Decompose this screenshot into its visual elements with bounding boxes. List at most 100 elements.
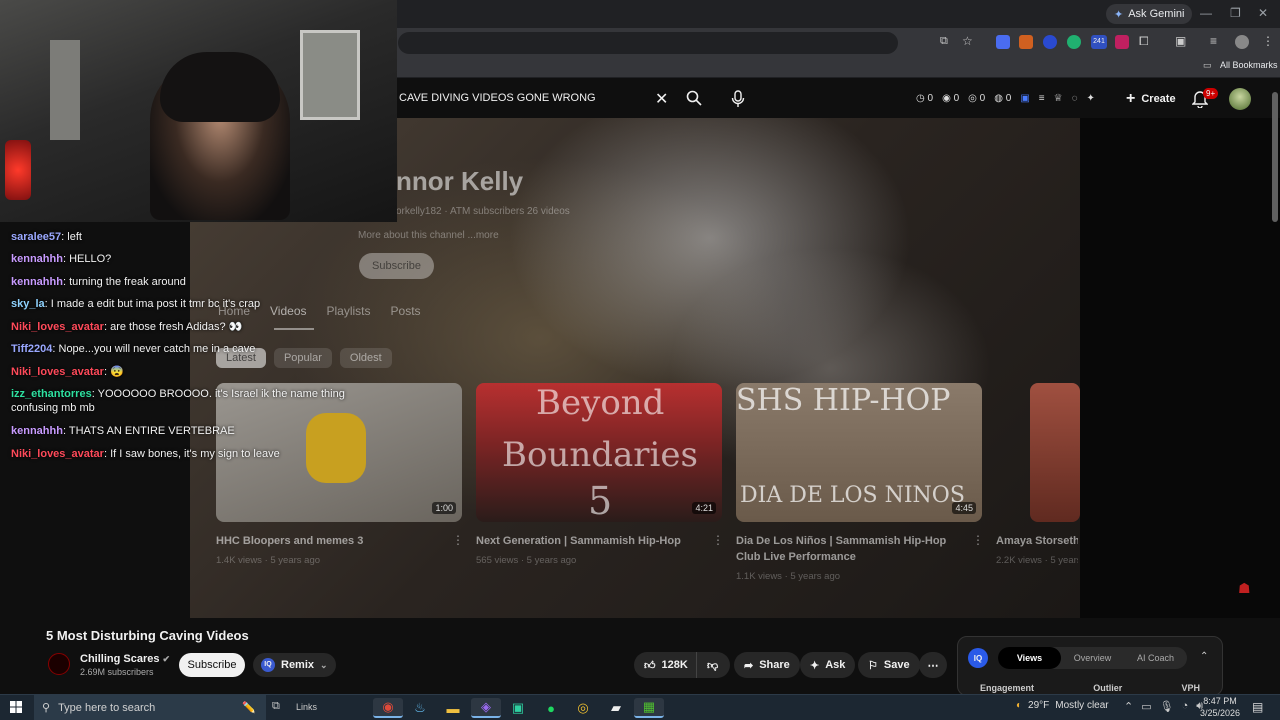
clear-search-icon[interactable]: ✕ (655, 89, 668, 109)
wifi-icon[interactable]: ◔ (1182, 700, 1189, 713)
chat-icon[interactable]: ◌ (1072, 93, 1078, 104)
thumbs-down-icon: 👎︎ (707, 659, 719, 672)
vidiq-tab-overview[interactable]: Overview (1061, 653, 1124, 663)
extension-icon[interactable] (1115, 35, 1129, 49)
webcam-overlay (0, 0, 397, 222)
minimize-icon[interactable]: — (1200, 6, 1212, 20)
all-bookmarks-link[interactable]: All Bookmarks (1220, 60, 1278, 70)
bookmark-icon: ⚐ (868, 659, 878, 672)
filter-icon[interactable]: ≡ (1039, 93, 1045, 104)
share-button[interactable]: ➦ Share (734, 652, 800, 678)
stat-item: ◷ 0 (916, 93, 934, 104)
thumbnail-text: DIA DE LOS NINOS (740, 483, 965, 508)
chat-message: saralee57: left (11, 231, 82, 243)
task-view-icon[interactable]: ⧉ (272, 700, 280, 713)
app-icon[interactable]: ▣ (503, 698, 533, 718)
network-icon[interactable]: ▭ (1141, 700, 1151, 713)
channel-avatar[interactable] (48, 653, 70, 675)
chat-message: kennahhh: HELLO? (11, 253, 112, 265)
subscribe-button[interactable]: Subscribe (179, 653, 245, 677)
more-actions-button[interactable]: ⋯ (919, 652, 947, 678)
overlay-video-title: Next Generation | Sammamish Hip-Hop (476, 535, 681, 547)
microphone-icon[interactable] (731, 90, 745, 108)
bookmark-star-icon[interactable]: ☆ (962, 34, 973, 48)
search-input[interactable]: CAVE DIVING VIDEOS GONE WRONG (399, 92, 596, 104)
extension-icon[interactable] (1067, 35, 1081, 49)
taskbar-search-box[interactable]: ⚲ Type here to search ✏️ (34, 695, 266, 720)
like-button[interactable]: 👍︎ 128K (634, 652, 696, 678)
microphone-icon[interactable]: 🎙︎ (1160, 700, 1174, 713)
save-label: Save (883, 659, 910, 671)
chat-message: Tiff2204: Nope...you will never catch me… (11, 343, 256, 355)
channel-name[interactable]: Chilling Scares ✔ (80, 653, 170, 665)
extension-badge-icon[interactable]: 241 (1091, 35, 1107, 49)
more-options-icon: ⋮ (452, 533, 464, 547)
steam-icon[interactable]: ♨ (405, 698, 435, 718)
stat-item: ◉ 0 (942, 93, 960, 104)
notification-center-icon[interactable]: ▤ (1252, 700, 1263, 714)
chrome-icon[interactable]: ◉ (373, 698, 403, 718)
profile-avatar[interactable] (1235, 35, 1249, 49)
puzzle-icon[interactable]: ⧠ (1139, 34, 1149, 49)
trophy-icon[interactable]: ♕ (1054, 93, 1063, 104)
sidepanel-icon[interactable]: ▣ (1175, 34, 1186, 48)
menu-icon[interactable]: ⋮ (1262, 34, 1274, 48)
file-explorer-icon[interactable]: ▬ (438, 698, 468, 718)
search-icon[interactable] (686, 90, 702, 106)
dislike-button[interactable]: 👎︎ (696, 652, 730, 678)
windows-start-icon[interactable] (10, 701, 22, 713)
chat-message: sky_la: I made a edit but ima post it tm… (11, 298, 261, 310)
overlay-channel-name: nnor Kelly (396, 166, 524, 196)
vidiq-tab-ai-coach[interactable]: AI Coach (1124, 653, 1187, 663)
thumbnail-text: SHS HIP-HOP (736, 383, 951, 418)
page-scrollbar[interactable] (1272, 92, 1278, 222)
save-button[interactable]: ⚐ Save (858, 652, 920, 678)
chevron-up-icon[interactable]: ⌃ (1124, 700, 1133, 713)
vidiq-logo: IQ (968, 648, 988, 668)
weather-widget[interactable]: ◐ 29°F Mostly clear (1016, 700, 1109, 711)
gemini-icon: ✦ (1114, 8, 1124, 21)
minecraft-icon[interactable]: ▦ (634, 698, 664, 718)
chat-message: kennahhh: THATS AN ENTIRE VERTEBRAE (11, 425, 235, 437)
vidiq-icon[interactable]: ▣ (1020, 93, 1029, 104)
chevron-up-icon[interactable]: ⌃ (1200, 651, 1208, 662)
app-icon[interactable]: ▰ (601, 698, 631, 718)
overlay-video-meta: 2.2K views · 5 years ago (996, 555, 1078, 566)
thumbnail-text: 5 (588, 479, 613, 522)
create-button[interactable]: + Create (1126, 90, 1176, 108)
create-label: Create (1141, 93, 1176, 105)
stream-chat: saralee57: left kennahhh: HELLO? kennahh… (0, 222, 380, 462)
more-options-icon: ⋮ (972, 533, 984, 547)
weather-condition: Mostly clear (1055, 700, 1109, 711)
taskbar-links-toolbar[interactable]: Links (296, 702, 317, 712)
share-icon: ➦ (744, 659, 754, 672)
player-side-area (1080, 118, 1280, 618)
address-bar[interactable] (398, 32, 898, 54)
overlay-video-thumbnail (1030, 383, 1080, 522)
taskbar-search-placeholder: Type here to search (58, 701, 156, 714)
thumbnail-text: Beyond (536, 383, 665, 423)
restore-icon[interactable]: ❐ (1230, 6, 1241, 20)
cast-icon[interactable]: ⧉ (940, 35, 948, 48)
folder-icon: ▭ (1203, 60, 1212, 70)
ask-label: Ask (825, 659, 846, 671)
taskbar-clock[interactable]: 8:47 PM 3/25/2026 (1200, 695, 1240, 719)
sparkle-icon[interactable]: ✦ (1087, 93, 1095, 104)
spotify-icon[interactable]: ● (536, 698, 566, 718)
ask-button[interactable]: ✦ Ask (800, 652, 856, 678)
media-icon[interactable]: ≡ (1210, 34, 1217, 48)
account-avatar[interactable] (1229, 88, 1251, 110)
extension-icon[interactable] (996, 35, 1010, 49)
ask-gemini-button[interactable]: ✦ Ask Gemini (1106, 4, 1193, 24)
chrome-icon[interactable]: ◎ (568, 698, 598, 718)
duration-badge: 1:00 (432, 502, 456, 514)
extension-icon[interactable] (1043, 35, 1057, 49)
remix-button[interactable]: IQ Remix ⌄ (253, 653, 336, 677)
app-icon[interactable]: ◈ (471, 698, 501, 718)
vidiq-tab-views[interactable]: Views (998, 647, 1061, 669)
extension-icon[interactable] (1019, 35, 1033, 49)
plus-icon: + (1126, 90, 1136, 107)
close-window-icon[interactable]: ✕ (1258, 6, 1268, 20)
chat-message: Niki_loves_avatar: If I saw bones, it's … (11, 448, 280, 460)
webcam-red-light (5, 140, 31, 200)
